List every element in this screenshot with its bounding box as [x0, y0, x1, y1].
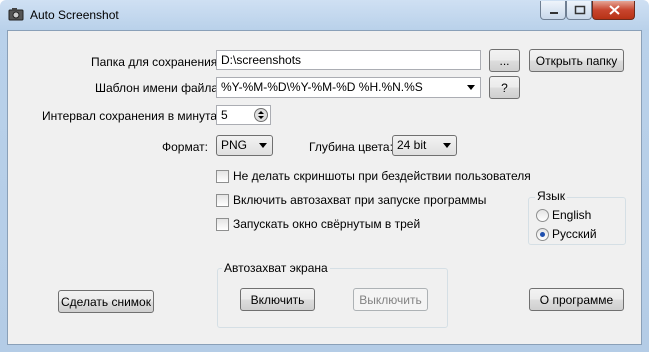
chevron-down-icon	[467, 85, 475, 90]
english-label[interactable]: English	[552, 208, 591, 222]
format-select[interactable]: PNG	[216, 135, 273, 156]
color-depth-label: Глубина цвета:	[309, 140, 393, 154]
autostart-option-label[interactable]: Включить автозахват при запуске программ…	[233, 193, 486, 207]
idle-checkbox[interactable]	[216, 170, 229, 183]
browse-button[interactable]: ...	[489, 49, 520, 72]
color-depth-select[interactable]: 24 bit	[392, 135, 457, 156]
camera-icon	[8, 8, 24, 21]
save-folder-input[interactable]: D:\screenshots	[216, 50, 481, 70]
close-icon	[609, 5, 620, 15]
disable-autocapture-button[interactable]: Выключить	[353, 288, 428, 311]
radio-english[interactable]	[536, 209, 549, 222]
filename-template-combo[interactable]: %Y-%M-%D\%Y-%M-%D %H.%N.%S	[216, 77, 481, 98]
window-title: Auto Screenshot	[30, 8, 119, 22]
minimized-option-label[interactable]: Запускать окно свёрнутым в трей	[233, 217, 420, 231]
color-depth-value: 24 bit	[397, 138, 427, 152]
radio-russian[interactable]	[536, 228, 549, 241]
app-window: Auto Screenshot Папка для сохранения: D:…	[0, 0, 649, 352]
interval-spinner[interactable]: 5	[216, 105, 271, 125]
autocapture-group-title: Автозахват экрана	[222, 261, 330, 275]
idle-option-label[interactable]: Не делать скриншоты при бездействии поль…	[233, 169, 531, 183]
about-button[interactable]: О программе	[529, 288, 624, 311]
save-folder-label: Папка для сохранения:	[91, 55, 221, 69]
minimize-button[interactable]	[540, 1, 566, 20]
filename-template-value: %Y-%M-%D\%Y-%M-%D %H.%N.%S	[221, 80, 423, 94]
help-button[interactable]: ?	[489, 76, 520, 99]
minimize-icon	[550, 12, 558, 14]
title-bar[interactable]: Auto Screenshot	[0, 0, 649, 30]
filename-template-label: Шаблон имени файла:	[95, 81, 222, 95]
take-snapshot-button[interactable]: Сделать снимок	[58, 290, 154, 313]
spinner-arrows-icon[interactable]	[254, 107, 268, 123]
interval-label: Интервал сохранения в минутах:	[42, 109, 227, 123]
format-value: PNG	[221, 138, 248, 152]
russian-label[interactable]: Русский	[552, 227, 597, 241]
language-group-title: Язык	[535, 189, 568, 203]
interval-value: 5	[221, 108, 228, 122]
open-folder-button[interactable]: Открыть папку	[529, 49, 624, 72]
chevron-down-icon	[443, 143, 451, 148]
main-panel: Папка для сохранения: D:\screenshots ...…	[7, 30, 642, 345]
autostart-checkbox[interactable]	[216, 194, 229, 207]
enable-autocapture-button[interactable]: Включить	[240, 288, 315, 311]
close-button[interactable]	[592, 1, 635, 20]
minimized-checkbox[interactable]	[216, 218, 229, 231]
maximize-button[interactable]	[566, 1, 592, 20]
chevron-down-icon	[259, 143, 267, 148]
format-label: Формат:	[162, 140, 208, 154]
maximize-icon	[574, 5, 586, 15]
